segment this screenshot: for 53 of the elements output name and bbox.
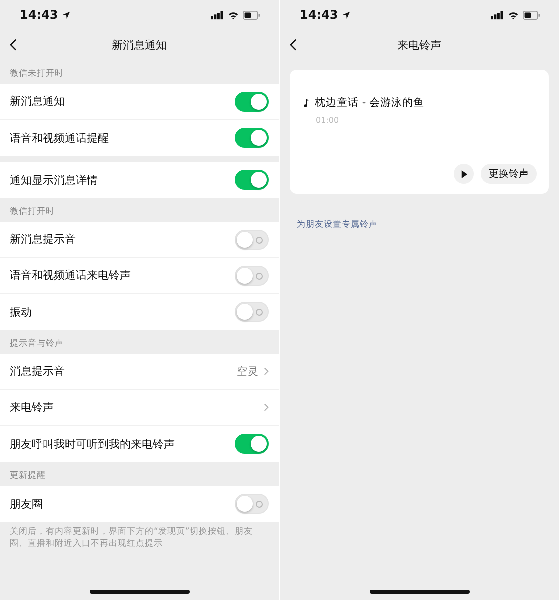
section-header: 更新提醒 [9, 470, 47, 483]
toggle-row[interactable]: 通知显示消息详情 [0, 162, 279, 198]
row-label: 新消息提示音 [10, 232, 77, 247]
toggle-row[interactable]: 语音和视频通话来电铃声 [0, 258, 279, 294]
page-title: 来电铃声 [398, 38, 442, 52]
section-header: 提示音与铃声 [9, 338, 65, 351]
settings-row[interactable]: 来电铃声 [0, 390, 279, 426]
signal-icon [491, 10, 504, 20]
footnote: 关闭后，有内容更新时，界面下方的“发现页”切换按钮、朋友圈、直播和附近入口不再出现红点提示 [9, 526, 254, 550]
row-label: 来电铃声 [10, 400, 55, 415]
settings-row[interactable]: 消息提示音 空灵 [0, 354, 279, 390]
row-label: 语音和视频通话来电铃声 [10, 268, 132, 283]
row-label: 新消息通知 [10, 94, 66, 109]
row-label: 振动 [10, 304, 33, 320]
wifi-icon [228, 10, 239, 20]
row-label: 语音和视频通话提醒 [10, 130, 110, 146]
toggle-row[interactable]: 振动 [0, 294, 279, 330]
back-icon[interactable] [290, 39, 297, 51]
section-header: 微信打开时 [9, 206, 56, 219]
location-arrow-icon [342, 10, 352, 20]
back-icon[interactable] [10, 39, 17, 51]
change-ringtone-button[interactable]: 更换铃声 [481, 164, 537, 184]
location-arrow-icon [62, 10, 72, 20]
row-label: 消息提示音 [10, 364, 66, 379]
toggle-switch[interactable] [235, 434, 269, 454]
row-value: 空灵 [237, 364, 259, 378]
toggle-row[interactable]: 新消息通知 [0, 84, 279, 120]
music-note-icon [304, 98, 309, 108]
friend-ringtone-link[interactable]: 为朋友设置专属铃声 [297, 219, 378, 231]
wifi-icon [508, 10, 519, 20]
page-title: 新消息通知 [112, 38, 167, 52]
row-label: 通知显示消息详情 [10, 172, 99, 188]
toggle-row[interactable]: 新消息提示音 [0, 222, 279, 258]
section-header: 微信未打开时 [9, 68, 65, 81]
play-icon [460, 170, 468, 178]
row-label: 朋友圈 [10, 496, 44, 512]
toggle-switch[interactable] [235, 170, 269, 190]
battery-icon [523, 10, 541, 20]
song-title: 枕边童话 - 会游泳的鱼 [315, 96, 424, 110]
toggle-switch[interactable] [235, 92, 269, 112]
chevron-icon [264, 367, 269, 376]
signal-icon [211, 10, 224, 20]
play-button[interactable] [454, 164, 474, 184]
song-duration: 01:00 [316, 116, 340, 125]
toggle-row[interactable]: 朋友呼叫我时可听到我的来电铃声 [0, 426, 279, 462]
row-label: 朋友呼叫我时可听到我的来电铃声 [10, 436, 176, 452]
battery-icon [243, 10, 261, 20]
toggle-switch[interactable] [235, 128, 269, 148]
toggle-row[interactable]: 语音和视频通话提醒 [0, 120, 279, 156]
toggle-row[interactable]: 朋友圈 [0, 486, 279, 522]
chevron-icon [264, 403, 269, 412]
status-time: 14:43 [20, 8, 58, 22]
status-time: 14:43 [300, 8, 338, 22]
